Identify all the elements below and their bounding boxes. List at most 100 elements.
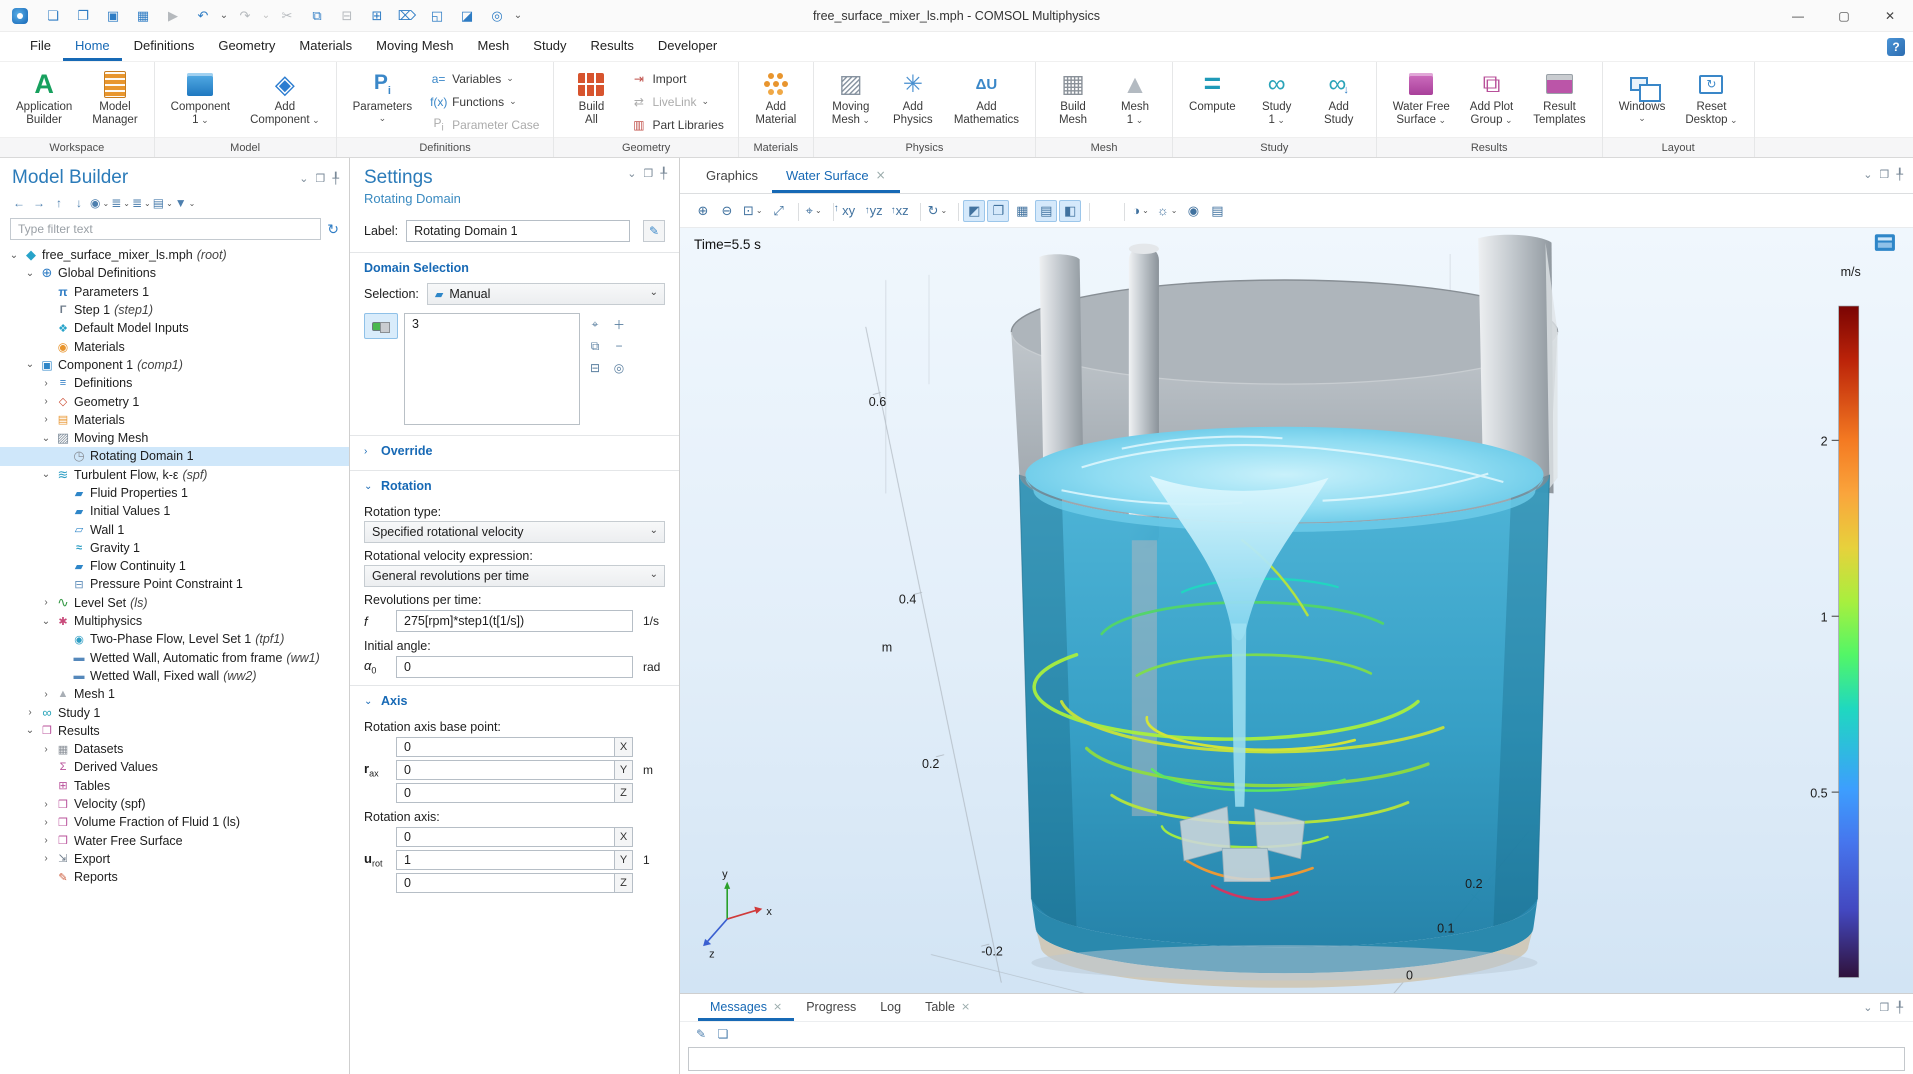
- axis-z-input[interactable]: 0: [396, 873, 614, 893]
- copysel-icon[interactable]: ⧉: [586, 337, 604, 355]
- filter-icon[interactable]: ▼: [175, 194, 196, 212]
- delete-icon[interactable]: ⌦: [395, 4, 419, 28]
- panel-menu-icon[interactable]: ⌄: [1863, 168, 1872, 181]
- menu-tab[interactable]: Home: [63, 32, 122, 61]
- graphics-tab[interactable]: Water Surface×: [772, 160, 900, 193]
- tree-item[interactable]: ▬ Wetted Wall, Fixed wall (ww2): [0, 667, 349, 685]
- redo-icon[interactable]: ↷: [233, 4, 257, 28]
- save-icon[interactable]: ▣: [101, 4, 125, 28]
- tree-item[interactable]: Σ Derived Values: [0, 758, 349, 776]
- mesh-1-button[interactable]: Mesh1: [1106, 66, 1164, 137]
- panel-maximize-icon[interactable]: ❐: [644, 167, 654, 180]
- panel-maximize-icon[interactable]: ❐: [1880, 1001, 1890, 1014]
- panel-menu-icon[interactable]: ⌄: [1863, 1001, 1872, 1014]
- build-mesh-button[interactable]: BuildMesh: [1044, 66, 1102, 137]
- tree-item[interactable]: ▬ Wetted Wall, Automatic from frame (ww1…: [0, 649, 349, 667]
- menu-tab[interactable]: Materials: [287, 32, 364, 61]
- label-input[interactable]: Rotating Domain 1: [406, 220, 630, 242]
- result-templates-button[interactable]: ResultTemplates: [1525, 66, 1593, 137]
- run-icon[interactable]: ▶: [161, 4, 185, 28]
- tree-expander[interactable]: ›: [38, 689, 54, 700]
- build-all-button[interactable]: BuildAll: [562, 66, 620, 137]
- tree-item[interactable]: › ≡ Definitions: [0, 374, 349, 392]
- tree-item[interactable]: › ▦ Datasets: [0, 740, 349, 758]
- part-libraries-button[interactable]: ▥Part Libraries: [630, 115, 723, 134]
- variables-button[interactable]: a=Variables: [430, 69, 539, 88]
- tree-item[interactable]: ▰ Initial Values 1: [0, 502, 349, 520]
- zoom-extents-icon[interactable]: ⤢: [768, 200, 790, 222]
- undo-icon[interactable]: ↶: [191, 4, 215, 28]
- tree-expander[interactable]: ⌄: [22, 725, 38, 736]
- section-domain-selection[interactable]: Domain Selection: [364, 253, 665, 281]
- information-tab[interactable]: Progress×: [794, 995, 868, 1021]
- functions-button[interactable]: f(x)Functions: [430, 92, 539, 111]
- application-builder-button[interactable]: ApplicationBuilder: [8, 66, 80, 137]
- section-axis[interactable]: ⌄Axis: [364, 686, 665, 714]
- tree-expander[interactable]: ›: [38, 396, 54, 407]
- pen-icon[interactable]: ✎: [692, 1025, 710, 1043]
- save-as-icon[interactable]: ▦: [131, 4, 155, 28]
- menu-tab[interactable]: Study: [521, 32, 578, 61]
- panel-pin-icon[interactable]: ╀: [332, 172, 339, 185]
- tree-item[interactable]: › ◇ Geometry 1: [0, 392, 349, 410]
- tree-expander[interactable]: ›: [38, 414, 54, 425]
- add-mathematics-button[interactable]: ΔU AddMathematics: [946, 66, 1027, 137]
- close-icon[interactable]: ×: [773, 1000, 782, 1013]
- tree-item[interactable]: › ❒ Volume Fraction of Fluid 1 (ls): [0, 813, 349, 831]
- tree-item[interactable]: › ⇲ Export: [0, 850, 349, 868]
- down-icon[interactable]: ↓: [70, 194, 88, 212]
- zoom-box-icon[interactable]: ⊡: [740, 200, 766, 222]
- tree-item[interactable]: ▰ Fluid Properties 1: [0, 484, 349, 502]
- tree-expander[interactable]: ›: [38, 597, 54, 608]
- forward-icon[interactable]: →: [30, 194, 48, 212]
- tree-item[interactable]: ⌄ ❒ Results: [0, 722, 349, 740]
- tree-item[interactable]: ⌄ ▣ Component 1 (comp1): [0, 356, 349, 374]
- tree-item[interactable]: › ❒ Water Free Surface: [0, 832, 349, 850]
- tree-item[interactable]: ◉ Two-Phase Flow, Level Set 1 (tpf1): [0, 630, 349, 648]
- information-tab[interactable]: Messages×: [698, 995, 794, 1021]
- menu-tab[interactable]: Developer: [646, 32, 729, 61]
- axis-x-input[interactable]: 0: [396, 827, 614, 847]
- tree-item[interactable]: ▰ Flow Continuity 1: [0, 557, 349, 575]
- refresh-icon[interactable]: ↻: [327, 221, 339, 238]
- tree-expander[interactable]: ›: [38, 817, 54, 828]
- revolutions-input[interactable]: 275[rpm]*step1(t[1/s]): [396, 610, 633, 632]
- tree-item[interactable]: Γ Step 1 (step1): [0, 301, 349, 319]
- active-toggle-button[interactable]: [364, 313, 398, 339]
- axis-y-input[interactable]: 1: [396, 850, 614, 870]
- graphics-canvas[interactable]: Time=5.5 s 0.6 0.4 m 0.2 -0.2 0.2 0.1 0: [680, 228, 1913, 993]
- base-x-input[interactable]: 0: [396, 737, 614, 757]
- panel-maximize-icon[interactable]: ❐: [1880, 168, 1890, 181]
- caret-icon[interactable]: ⌄: [218, 4, 230, 28]
- velocity-expression-dropdown[interactable]: General revolutions per time: [364, 565, 665, 587]
- selection-dropdown[interactable]: ▰ Manual: [427, 283, 665, 305]
- caret-icon[interactable]: ⌄: [260, 4, 272, 28]
- print-icon[interactable]: ▤: [1206, 200, 1228, 222]
- tree-expander[interactable]: ⌄: [38, 433, 54, 444]
- menu-tab[interactable]: Results: [579, 32, 646, 61]
- tree-expander[interactable]: ›: [38, 378, 54, 389]
- tree-item[interactable]: ⊞ Tables: [0, 777, 349, 795]
- menu-tab[interactable]: Geometry: [206, 32, 287, 61]
- information-tab[interactable]: Table×: [913, 995, 982, 1021]
- expand-icon[interactable]: ≣: [111, 194, 130, 212]
- window-toggle-icon[interactable]: ❐: [987, 200, 1009, 222]
- paste-icon[interactable]: ⊟: [335, 4, 359, 28]
- help-button[interactable]: ?: [1887, 38, 1905, 56]
- add-material-button[interactable]: AddMaterial: [747, 66, 805, 137]
- minimize-button[interactable]: —: [1775, 0, 1821, 32]
- maximize-button[interactable]: ▢: [1821, 0, 1867, 32]
- moving-mesh-button[interactable]: MovingMesh: [822, 66, 880, 137]
- menu-tab[interactable]: Mesh: [465, 32, 521, 61]
- section-override[interactable]: ›Override: [364, 436, 665, 464]
- section-rotation[interactable]: ⌄Rotation: [364, 471, 665, 499]
- tree-item[interactable]: ▱ Wall 1: [0, 520, 349, 538]
- close-icon[interactable]: ×: [876, 168, 886, 182]
- tree-item[interactable]: › ∞ Study 1: [0, 703, 349, 721]
- tree-item[interactable]: › ❒ Velocity (spf): [0, 795, 349, 813]
- panel-maximize-icon[interactable]: ❐: [316, 172, 326, 185]
- livelink-button[interactable]: ⇄LiveLink: [630, 92, 723, 111]
- menu-tab[interactable]: File: [18, 32, 63, 61]
- tree-item[interactable]: ⌄ ◆ free_surface_mixer_ls.mph (root): [0, 246, 349, 264]
- base-y-input[interactable]: 0: [396, 760, 614, 780]
